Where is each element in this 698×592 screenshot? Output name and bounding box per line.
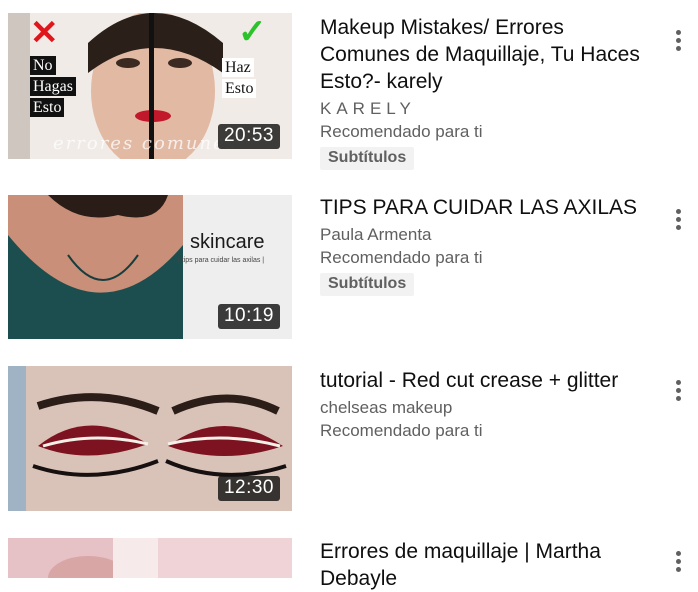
duration-badge: 20:53 [217,124,280,149]
more-options-icon[interactable] [668,205,688,235]
thumb-text-esto-left: Esto [30,98,65,117]
video-title[interactable]: TIPS PARA CUIDAR LAS AXILAS [320,194,650,221]
duration-badge: 10:19 [217,304,280,329]
video-meta: Errores de maquillaje | Martha Debayle [320,538,650,592]
thumb-text-no: No [30,56,56,75]
thumb-text-esto-right: Esto [222,79,257,98]
video-thumbnail[interactable]: ✕ ✓ No Hagas Esto Haz Esto errores comun… [8,13,292,159]
thumb-sub-text: | tips para cuidar las axilas | [178,257,265,264]
video-meta: TIPS PARA CUIDAR LAS AXILAS Paula Arment… [320,194,650,296]
recommendation-reason: Recomendado para ti [320,248,483,267]
channel-name[interactable]: KARELY [320,97,650,120]
thumbnail-image [8,538,292,578]
video-meta: Makeup Mistakes/ Errores Comunes de Maqu… [320,14,650,170]
video-thumbnail[interactable]: 12:30 [8,366,292,511]
thumb-text-hagas: Hagas [30,77,76,96]
video-title[interactable]: Errores de maquillaje | Martha Debayle [320,538,650,592]
recommendation-reason: Recomendado para ti [320,122,483,141]
duration-badge: 12:30 [217,476,280,501]
thumb-script-text: errores comunes [53,133,237,154]
thumb-brand-text: skincare [190,231,265,253]
more-options-icon[interactable] [668,26,688,56]
green-check-icon: ✓ [238,13,267,51]
video-title[interactable]: Makeup Mistakes/ Errores Comunes de Maqu… [320,14,650,95]
more-options-icon[interactable] [668,547,688,577]
channel-name[interactable]: chelseas makeup [320,396,650,419]
recommendation-reason: Recomendado para ti [320,421,483,440]
channel-name[interactable]: Paula Armenta [320,223,650,246]
red-x-icon: ✕ [30,14,59,52]
video-meta: tutorial - Red cut crease + glitter chel… [320,367,650,442]
video-feed: ✕ ✓ No Hagas Esto Haz Esto errores comun… [0,0,698,590]
video-title[interactable]: tutorial - Red cut crease + glitter [320,367,650,394]
subtitles-badge: Subtítulos [320,147,415,170]
subtitles-badge: Subtítulos [320,273,415,296]
video-thumbnail[interactable]: skincare | tips para cuidar las axilas |… [8,195,292,339]
thumb-text-haz: Haz [222,58,254,77]
video-thumbnail[interactable] [8,538,292,578]
more-options-icon[interactable] [668,376,688,406]
